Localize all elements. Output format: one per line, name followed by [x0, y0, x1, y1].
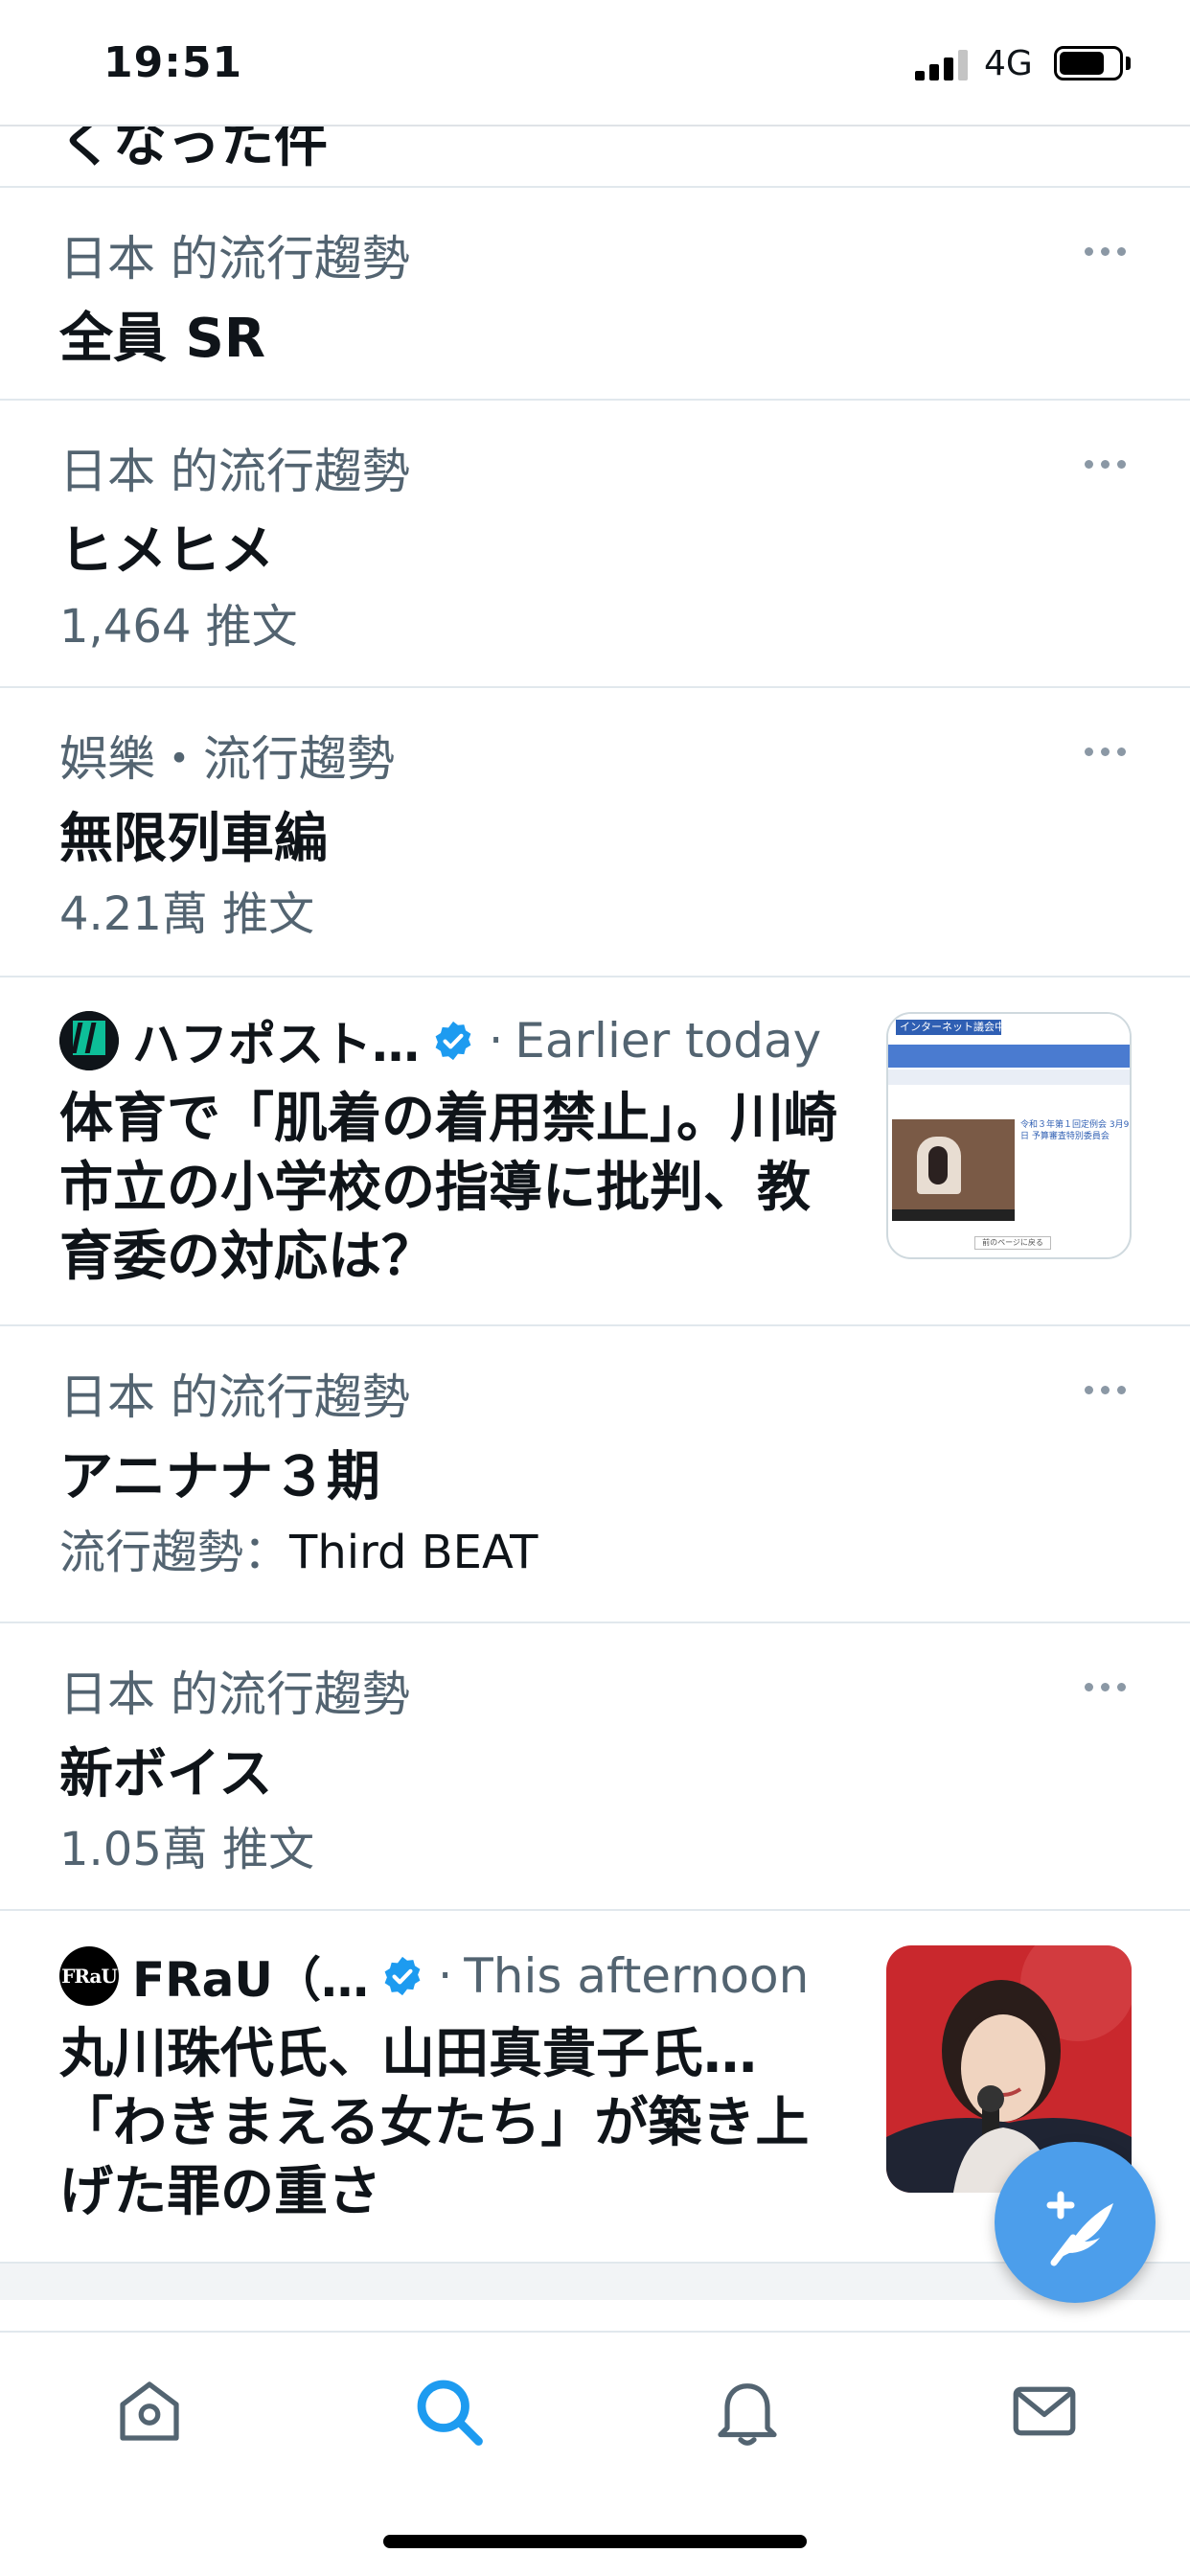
- trend-topic: 無限列車編: [59, 808, 328, 870]
- news-header: ハフポスト… · Earlier today: [59, 1010, 822, 1072]
- more-dots-icon[interactable]: [1083, 458, 1129, 472]
- news-source[interactable]: FRaU（…: [132, 1942, 369, 2011]
- notifications-icon[interactable]: [707, 2371, 788, 2451]
- frau-avatar[interactable]: FRaU: [59, 1946, 119, 2006]
- more-dots-icon[interactable]: [1083, 1384, 1129, 1397]
- tweet-count: 1,464 推文: [59, 600, 298, 654]
- news-time: This afternoon: [464, 1948, 810, 2004]
- trend-topic: ヒメヒメ: [59, 520, 274, 583]
- home-icon[interactable]: [109, 2371, 190, 2451]
- trend-context: 日本 的流行趨勢: [59, 1369, 410, 1425]
- thumbnail-caption: 令和３年第１回定例会 3月9日 予算審査特別委員会: [1020, 1120, 1130, 1141]
- trend-context: 日本 的流行趨勢: [59, 444, 410, 499]
- frau-avatar-text: FRaU: [61, 1965, 118, 1988]
- trend-row[interactable]: 日本 的流行趨勢 ヒメヒメ 1,464 推文: [0, 401, 1190, 688]
- news-header: FRaU FRaU（… · This afternoon: [59, 1945, 810, 2008]
- compose-tweet-button[interactable]: [995, 2142, 1156, 2303]
- trend-context: 娯樂・流行趨勢: [59, 731, 395, 787]
- messages-icon[interactable]: [1004, 2371, 1085, 2451]
- more-dots-icon[interactable]: [1083, 746, 1129, 759]
- trend-row[interactable]: 娯樂・流行趨勢 無限列車編 4.21萬 推文: [0, 688, 1190, 978]
- trend-related-prefix: 流行趨勢：: [59, 1526, 290, 1579]
- home-indicator[interactable]: [383, 2535, 807, 2548]
- verified-badge-icon: [435, 1021, 471, 1061]
- trend-row[interactable]: 日本 的流行趨勢 アニナナ３期 流行趨勢：Third BEAT: [0, 1326, 1190, 1623]
- trend-related: 流行趨勢：Third BEAT: [59, 1514, 538, 1581]
- news-source[interactable]: ハフポスト…: [132, 1006, 420, 1075]
- trend-topic: アニナナ３期: [59, 1446, 380, 1508]
- huffpost-avatar[interactable]: [59, 1011, 119, 1070]
- trend-context: 日本 的流行趨勢: [59, 231, 410, 287]
- news-row[interactable]: ハフポスト… · Earlier today 体育で「肌着の着用禁止」。川崎市立…: [0, 978, 1190, 1326]
- compose-tweet-icon: [1046, 2191, 1113, 2266]
- partial-trend-text: くなった件: [59, 126, 328, 174]
- separator-dot: ·: [438, 1949, 453, 2003]
- news-thumbnail[interactable]: インターネット議会中継 令和３年第１回定例会 3月9日 予算審査特別委員会 前の…: [886, 1012, 1132, 1259]
- search-icon[interactable]: [408, 2371, 489, 2451]
- trend-row[interactable]: 日本 的流行趨勢 新ボイス 1.05萬 推文: [0, 1623, 1190, 1911]
- more-dots-icon[interactable]: [1083, 245, 1129, 259]
- trend-context: 日本 的流行趨勢: [59, 1667, 410, 1722]
- status-time: 19:51: [103, 38, 243, 87]
- verified-badge-icon: [384, 1956, 421, 1996]
- news-headline: 丸川珠代氏、山田真貴子氏…「わきまえる女たち」が築き上げた罪の重さ: [59, 2023, 810, 2223]
- huffpost-logo: [59, 1011, 119, 1070]
- trend-row[interactable]: 日本 的流行趨勢 全員 SR: [0, 188, 1190, 401]
- partial-trend-row[interactable]: くなった件: [0, 126, 1190, 188]
- news-headline: 体育で「肌着の着用禁止」。川崎市立の小学校の指導に批判、教育委の対応は？: [59, 1088, 837, 1288]
- battery-icon: [1054, 46, 1123, 80]
- separator-dot: ·: [489, 1014, 504, 1068]
- status-bar: 19:51 4G: [0, 0, 1190, 126]
- thumbnail-header: インターネット議会中継: [896, 1020, 1001, 1035]
- tweet-count: 4.21萬 推文: [59, 887, 315, 941]
- more-dots-icon[interactable]: [1083, 1681, 1129, 1694]
- thumbnail-back-button: 前のページに戻る: [974, 1236, 1051, 1250]
- signal-icon: [915, 50, 969, 80]
- trend-related-term: Third BEAT: [289, 1526, 538, 1579]
- trend-topic: 新ボイス: [59, 1743, 273, 1806]
- tweet-count: 1.05萬 推文: [59, 1823, 315, 1876]
- trend-topic: 全員 SR: [59, 308, 265, 370]
- network-type: 4G: [984, 44, 1033, 83]
- news-time: Earlier today: [515, 1013, 822, 1069]
